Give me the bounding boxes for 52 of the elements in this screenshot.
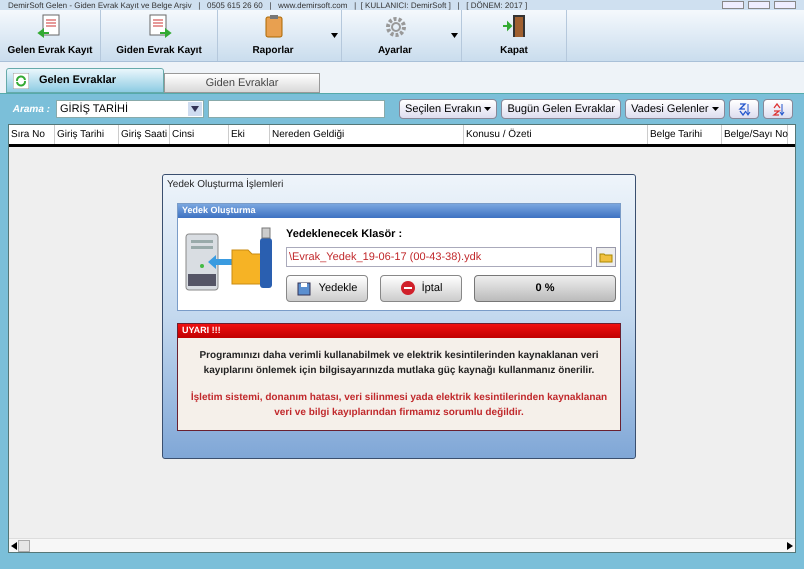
column-header[interactable]: Sıra No [9, 125, 55, 144]
cancel-button[interactable]: İptal [380, 274, 462, 302]
folder-label: Yedeklenecek Klasör : [286, 227, 404, 242]
tab[interactable]: Gelen Evraklar [6, 68, 164, 93]
filter-button[interactable]: Bugün Gelen Evraklar [501, 99, 622, 119]
column-header[interactable]: Belge/Sayı No [722, 125, 788, 144]
toolbar-button[interactable]: Gelen Evrak Kayıt [0, 10, 100, 61]
disclaimer-text: İşletim sistemi, donanım hatası, veri silinmesi yada elektrik kesintilerinden kaynaklanan veri ve bilgi kayıplarından firmamız sorumlu değildir. [190, 390, 608, 420]
refresh-icon [13, 72, 29, 88]
filter-button[interactable]: Seçilen Evrakın [399, 99, 498, 119]
search-label: Arama : [12, 102, 51, 116]
scroll-right-icon[interactable] [787, 542, 793, 550]
warning-header: UYARI !!! [178, 324, 620, 338]
scroll-thumb[interactable] [18, 540, 30, 552]
column-header[interactable]: Konusu / Özeti [464, 125, 648, 144]
save-icon [296, 280, 313, 296]
tab[interactable]: Giden Evraklar [164, 73, 320, 93]
sort-ascending-icon [770, 102, 785, 116]
progress-reading: 0 % [536, 280, 554, 296]
window-title: DemirSoft Gelen - Giden Evrak Kayıt ve Belge Arşiv | 0505 615 26 60 | www.demirsoft.com | [ KULLANICI: DemirSoft ] | [ DÖNEM: 2017 ] [8, 0, 528, 10]
toolbar-button[interactable]: Kapat [462, 10, 566, 61]
column-header[interactable]: Eki [229, 125, 270, 144]
search-dropdown[interactable]: GİRİŞ TARİHİ [56, 100, 204, 118]
toolbar-button[interactable]: Giden Evrak Kayıt [101, 10, 217, 61]
column-header[interactable]: Belge Tarihi [648, 125, 722, 144]
horizontal-scrollbar[interactable] [9, 538, 795, 552]
folder-path-field[interactable]: \Evrak_Yedek_19-06-17 (00-43-38).ydk [286, 246, 592, 266]
minimize-button[interactable] [722, 1, 744, 9]
browse-button[interactable] [596, 246, 616, 266]
sort-descending-icon [736, 102, 751, 116]
column-header[interactable]: Nereden Geldiği [270, 125, 464, 144]
column-header[interactable]: Cinsi [170, 125, 229, 144]
column-header[interactable]: Giriş Tarihi [55, 125, 119, 144]
backup-button[interactable]: Yedekle [286, 274, 368, 302]
sort-ascending-button[interactable] [762, 99, 793, 119]
folder-icon [599, 250, 613, 262]
caret-icon [188, 102, 202, 116]
stop-icon [400, 280, 416, 296]
filter-button[interactable]: Vadesi Gelenler [625, 99, 725, 119]
maximize-button[interactable] [748, 1, 770, 9]
toolbar-button[interactable]: Raporlar [218, 10, 328, 61]
warning-text: Programınızı daha verimli kullanabilmek ve elektrik kesintilerinden kaynaklanan veri kayıplarını önlemek için bilgisayarınızda mutlaka güç kaynağı kullanmanız önerilir. [198, 348, 600, 378]
toolbar-button[interactable]: Ayarlar [342, 10, 448, 61]
dropdown-arrow-icon[interactable] [331, 33, 338, 38]
door-icon [501, 13, 527, 39]
sort-descending-button[interactable] [728, 99, 759, 119]
dropdown-arrow-icon[interactable] [451, 33, 458, 38]
close-button[interactable] [774, 1, 796, 9]
column-header[interactable]: Giriş Saati [119, 125, 170, 144]
search-field[interactable] [208, 100, 385, 118]
dialog-title: Yedek Oluşturma İşlemleri [167, 177, 284, 192]
section-header: Yedek Oluşturma [178, 204, 620, 218]
